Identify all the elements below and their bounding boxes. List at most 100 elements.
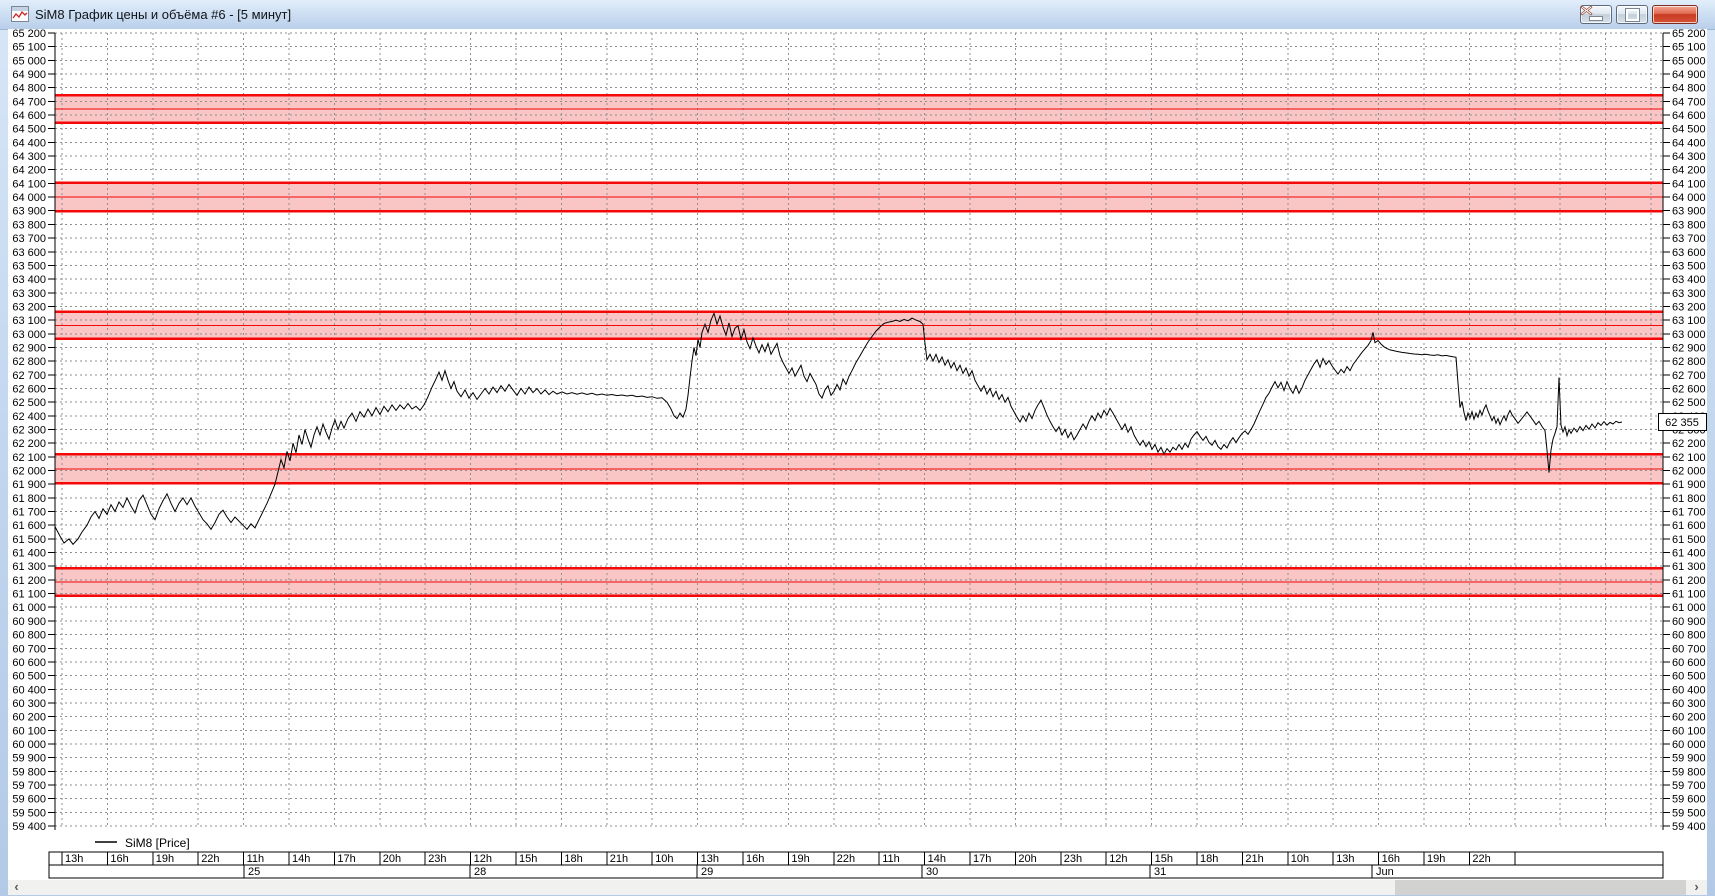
y-axis-label-right: 60 200 [1672,712,1706,724]
y-axis-label-left: 60 400 [12,684,46,696]
time-cell-label: 13h [701,853,719,865]
y-axis-label-right: 60 900 [1672,616,1706,628]
time-cell-label: 14h [928,853,946,865]
y-axis-label-right: 59 400 [1672,821,1706,833]
scroll-thumb[interactable] [1395,880,1686,895]
minimize-icon [1589,15,1603,21]
y-axis-label-right: 62 100 [1672,452,1706,464]
date-section-label: 29 [701,866,713,878]
y-axis-label-left: 65 000 [12,55,46,67]
legend-label: SiM8 [Price] [125,836,190,850]
time-cell-label: 22h [201,853,219,865]
y-axis-label-left: 61 100 [12,589,46,601]
y-axis-label-right: 63 700 [1672,233,1706,245]
y-axis-label-right: 60 000 [1672,739,1706,751]
price-chart[interactable]: 65 200 65 20065 100 65 10065 000 65 00064 9… [8,29,1707,880]
y-axis-label-right: 59 800 [1672,766,1706,778]
y-axis-label-left: 59 500 [12,807,46,819]
y-axis-label-left: 62 400 [12,411,46,423]
chart-icon [11,6,29,22]
y-axis-label-left: 62 300 [12,425,46,437]
y-axis-label-right: 59 600 [1672,794,1706,806]
y-axis-label-right: 61 600 [1672,520,1706,532]
y-axis-label-left: 59 700 [12,780,46,792]
time-cell-label: 19h [1427,853,1445,865]
y-axis-label-right: 64 400 [1672,137,1706,149]
y-axis-label-right: 59 500 [1672,807,1706,819]
y-axis-label-left: 60 800 [12,630,46,642]
time-cell-label: 17h [337,853,355,865]
y-axis-label-left: 64 900 [12,69,46,81]
y-axis-label-left: 63 700 [12,233,46,245]
time-cell-label: 21h [610,853,628,865]
y-axis-label-right: 60 300 [1672,698,1706,710]
y-axis-label-right: 61 400 [1672,548,1706,560]
time-cell-label: 13h [1336,853,1354,865]
restore-button[interactable] [1616,5,1648,24]
y-axis-label-left: 64 500 [12,124,46,136]
title-bar[interactable]: SiM8 График цены и объёма #6 - [5 минут] [0,0,1715,30]
y-axis-label-right: 63 900 [1672,206,1706,218]
time-cell-label: 20h [383,853,401,865]
y-axis-label-left: 63 100 [12,315,46,327]
current-price-label: 62 355 [1665,417,1699,429]
y-axis-label-left: 59 900 [12,753,46,765]
y-axis-label-left: 62 800 [12,356,46,368]
y-axis-label-right: 63 300 [1672,288,1706,300]
y-axis-label-right: 64 300 [1672,151,1706,163]
y-axis-label-right: 60 700 [1672,643,1706,655]
y-axis-label-left: 61 800 [12,493,46,505]
y-axis-label-right: 61 800 [1672,493,1706,505]
y-axis-label-right: 60 600 [1672,657,1706,669]
y-axis-label-right: 59 700 [1672,780,1706,792]
y-axis-label-right: 64 900 [1672,69,1706,81]
y-axis-label-left: 65 100 [12,42,46,54]
horizontal-scrollbar[interactable]: ‹ › [8,880,1707,895]
y-axis-label-right: 64 200 [1672,165,1706,177]
time-cell-label: 22h [1472,853,1490,865]
y-axis-label-left: 64 600 [12,110,46,122]
time-cell-label: 16h [110,853,128,865]
date-section-label: Jun [1376,866,1394,878]
y-axis-label-left: 61 400 [12,548,46,560]
y-axis-label-left: 64 100 [12,178,46,190]
y-axis-label-right: 62 000 [1672,466,1706,478]
y-axis-label-left: 60 300 [12,698,46,710]
y-axis-label-left: 62 500 [12,397,46,409]
y-axis-label-right: 64 100 [1672,178,1706,190]
y-axis-label-left: 60 500 [12,671,46,683]
y-axis-label-right: 61 100 [1672,589,1706,601]
y-axis-label-right: 60 500 [1672,671,1706,683]
y-axis-label-left: 62 100 [12,452,46,464]
time-cell-label: 10h [655,853,673,865]
scroll-right-arrow[interactable]: › [1688,880,1705,895]
y-axis-label-right: 61 200 [1672,575,1706,587]
y-axis-label-left: 59 800 [12,766,46,778]
close-icon [1580,5,1593,16]
y-axis-label-left: 62 200 [12,438,46,450]
y-axis-label-right: 62 800 [1672,356,1706,368]
time-cell-label: 23h [1064,853,1082,865]
time-cell-label: 10h [1291,853,1309,865]
close-button[interactable] [1580,5,1698,24]
time-cell-label: 19h [156,853,174,865]
y-axis-label-right: 61 900 [1672,479,1706,491]
y-axis-label-left: 65 200 [12,29,46,40]
time-cell-label: 16h [1382,853,1400,865]
y-axis-label-left: 64 000 [12,192,46,204]
y-axis-label-left: 63 400 [12,274,46,286]
y-axis-label-left: 62 900 [12,342,46,354]
y-axis-label-right: 61 300 [1672,561,1706,573]
scroll-left-arrow[interactable]: ‹ [8,880,25,895]
y-axis-label-right: 62 500 [1672,397,1706,409]
y-axis-label-right: 60 400 [1672,684,1706,696]
y-axis-label-right: 62 200 [1672,438,1706,450]
y-axis-label-left: 59 400 [12,821,46,833]
time-cell-label: 11h [882,853,900,865]
y-axis-label-left: 64 700 [12,96,46,108]
date-section-label: 25 [248,866,260,878]
restore-icon [1624,7,1640,22]
y-axis-label-left: 61 900 [12,479,46,491]
time-cell-label: 18h [1200,853,1218,865]
y-axis-label-right: 63 000 [1672,329,1706,341]
